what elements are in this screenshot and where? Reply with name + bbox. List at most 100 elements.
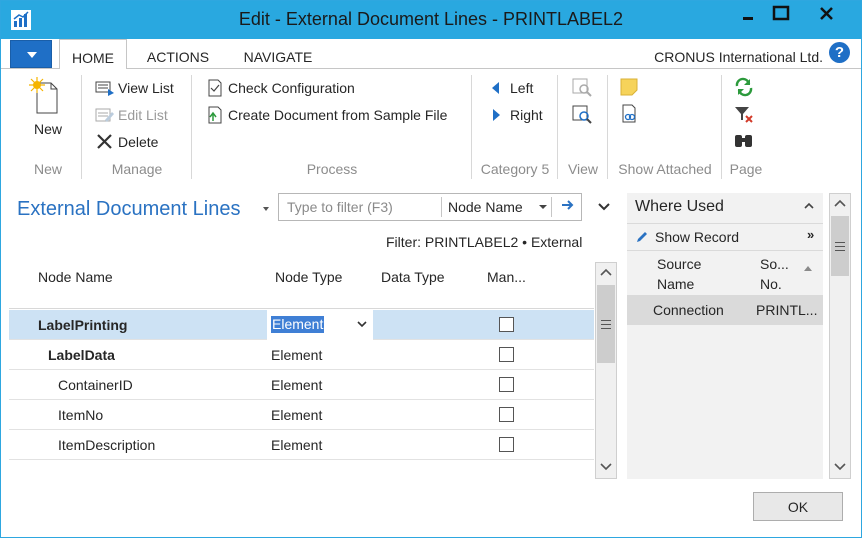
ribbon-separator bbox=[721, 75, 722, 179]
node-type-value: Element bbox=[271, 316, 325, 333]
mandatory-checkbox[interactable] bbox=[499, 347, 514, 362]
chevron-down-icon bbox=[834, 463, 846, 471]
view-details-icon[interactable] bbox=[571, 104, 593, 124]
more-actions-icon[interactable]: » bbox=[807, 227, 814, 242]
refresh-icon[interactable] bbox=[733, 77, 755, 97]
chevron-down-icon[interactable] bbox=[357, 320, 367, 328]
chevron-up-icon bbox=[834, 199, 846, 207]
factbox-title: Where Used bbox=[635, 198, 724, 215]
arrow-right-icon bbox=[493, 109, 500, 122]
ok-button[interactable]: OK bbox=[753, 492, 843, 521]
table-row[interactable]: LabelData Element bbox=[9, 340, 594, 370]
notes-icon[interactable] bbox=[619, 77, 641, 97]
group-label-page: Page bbox=[729, 161, 763, 177]
chevron-down-icon[interactable] bbox=[539, 205, 547, 209]
filter-input[interactable] bbox=[279, 194, 441, 220]
ribbon-separator bbox=[557, 75, 558, 179]
page-title[interactable]: External Document Lines bbox=[17, 198, 240, 221]
mandatory-checkbox[interactable] bbox=[499, 377, 514, 392]
view-list-icon bbox=[95, 81, 114, 97]
table-row[interactable]: ItemNo Element bbox=[9, 400, 594, 430]
mandatory-checkbox[interactable] bbox=[499, 407, 514, 422]
factbox-actions: Show Record » bbox=[627, 223, 823, 251]
scroll-up-icon[interactable] bbox=[596, 263, 616, 283]
node-type-cell: Element bbox=[271, 347, 323, 363]
scroll-down-icon[interactable] bbox=[830, 458, 850, 478]
column-header-mandatory[interactable]: Man... bbox=[487, 269, 526, 285]
source-name-header-text: Source Name bbox=[657, 256, 702, 292]
scroll-down-icon[interactable] bbox=[596, 458, 616, 478]
pencil-icon bbox=[637, 232, 647, 242]
links-icon[interactable] bbox=[619, 104, 641, 124]
table-row[interactable]: LabelPrinting Element bbox=[9, 310, 594, 340]
ribbon-group-manage: View List Edit List Delete Manage bbox=[85, 69, 189, 183]
group-label-new: New bbox=[33, 161, 62, 177]
tab-home[interactable]: HOME bbox=[59, 39, 127, 70]
grid-scrollbar[interactable] bbox=[595, 262, 617, 479]
factbox-row[interactable]: Connection PRINTL... bbox=[627, 295, 823, 325]
check-configuration-button[interactable]: Check Configuration bbox=[205, 76, 355, 100]
scroll-thumb[interactable] bbox=[597, 285, 615, 363]
filter-box: Node Name bbox=[278, 193, 582, 221]
view-icon[interactable] bbox=[571, 77, 593, 97]
find-icon[interactable] bbox=[733, 131, 755, 151]
ribbon-separator bbox=[471, 75, 472, 179]
table-row[interactable]: ItemDescription Element bbox=[9, 430, 594, 460]
node-type-select[interactable]: Element bbox=[267, 310, 373, 340]
edit-list-icon bbox=[95, 108, 114, 123]
arrow-right-icon bbox=[562, 200, 574, 210]
ribbon-group-page: Page bbox=[723, 69, 769, 183]
table-row[interactable]: ContainerID Element bbox=[9, 370, 594, 400]
show-record-button[interactable]: Show Record bbox=[655, 229, 739, 245]
grip-line bbox=[835, 250, 845, 251]
scroll-up-icon[interactable] bbox=[830, 194, 850, 214]
tab-navigate[interactable]: NAVIGATE bbox=[233, 39, 323, 69]
mandatory-checkbox[interactable] bbox=[499, 437, 514, 452]
view-list-button[interactable]: View List bbox=[95, 76, 174, 100]
grid-header: Node Name Node Type Data Type Man... bbox=[9, 259, 594, 309]
title-bar[interactable]: Edit - External Document Lines - PRINTLA… bbox=[1, 1, 861, 39]
where-used-factbox: Where Used Show Record » Source Name So.… bbox=[627, 193, 823, 479]
title-dropdown-icon[interactable] bbox=[263, 207, 269, 211]
delete-button[interactable]: Delete bbox=[95, 130, 158, 154]
column-header-source-name[interactable]: Source Name bbox=[657, 254, 717, 294]
column-header-data-type[interactable]: Data Type bbox=[381, 269, 445, 285]
column-header-node-type[interactable]: Node Type bbox=[275, 269, 342, 285]
chevron-up-icon bbox=[600, 268, 612, 276]
left-button[interactable]: Left bbox=[487, 76, 533, 100]
right-label: Right bbox=[510, 107, 543, 123]
collapse-up-icon[interactable] bbox=[804, 202, 814, 210]
right-button[interactable]: Right bbox=[487, 103, 543, 127]
tab-actions[interactable]: ACTIONS bbox=[139, 39, 217, 69]
node-name-cell: LabelData bbox=[48, 347, 115, 363]
new-button-label: New bbox=[33, 121, 62, 137]
node-type-cell: Element bbox=[271, 437, 323, 453]
grip-line bbox=[835, 242, 845, 243]
create-document-button[interactable]: Create Document from Sample File bbox=[205, 103, 447, 127]
create-document-icon bbox=[208, 106, 222, 124]
column-header-source-no[interactable]: So... No. bbox=[760, 254, 796, 294]
node-name-cell: ContainerID bbox=[58, 377, 133, 393]
filter-go-button[interactable] bbox=[557, 196, 579, 218]
filter-divider bbox=[551, 197, 552, 217]
grip-line bbox=[601, 320, 611, 321]
filter-summary: Filter: PRINTLABEL2 • External bbox=[386, 234, 583, 250]
collapse-chevron-icon[interactable] bbox=[597, 201, 611, 213]
help-icon[interactable]: ? bbox=[829, 42, 850, 63]
dropdown-arrow-icon bbox=[27, 52, 37, 58]
create-document-label: Create Document from Sample File bbox=[228, 107, 448, 123]
mandatory-checkbox[interactable] bbox=[499, 317, 514, 332]
ribbon-group-new: New New bbox=[15, 69, 81, 183]
close-button[interactable] bbox=[797, 1, 857, 29]
filter-field-select[interactable]: Node Name bbox=[448, 199, 523, 215]
ribbon-tab-bar: HOME ACTIONS NAVIGATE CRONUS Internation… bbox=[1, 39, 861, 70]
application-menu-button[interactable] bbox=[10, 40, 52, 68]
scroll-thumb[interactable] bbox=[831, 216, 849, 276]
factbox-scrollbar[interactable] bbox=[829, 193, 851, 479]
new-button[interactable]: New bbox=[15, 75, 81, 141]
edit-list-button[interactable]: Edit List bbox=[95, 103, 168, 127]
clear-filter-icon[interactable] bbox=[733, 104, 755, 124]
edit-list-label: Edit List bbox=[118, 107, 168, 123]
ribbon: New New View List Edit List Delete Manag… bbox=[1, 69, 861, 183]
column-header-node-name[interactable]: Node Name bbox=[38, 269, 113, 285]
